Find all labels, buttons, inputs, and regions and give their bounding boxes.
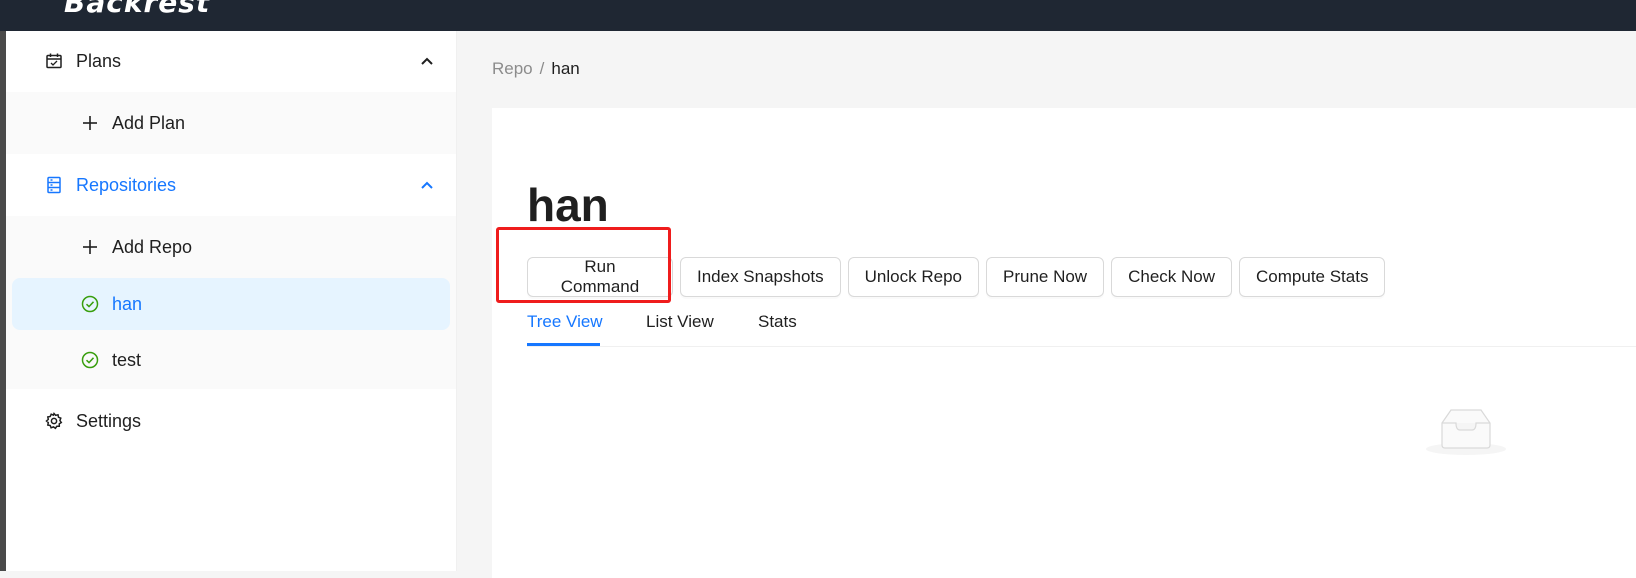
sidebar-item-label: Repositories (76, 174, 177, 195)
breadcrumb-parent[interactable]: Repo (492, 59, 533, 78)
index-snapshots-button[interactable]: Index Snapshots (680, 257, 841, 297)
sidebar-item-label: test (112, 349, 142, 370)
active-tab-indicator (527, 343, 600, 346)
breadcrumb: Repo / han (492, 59, 580, 79)
action-toolbar: Run Command Index Snapshots Unlock Repo … (527, 257, 1386, 297)
tab-stats[interactable]: Stats (758, 312, 797, 332)
top-bar: Backrest (0, 0, 1636, 31)
database-icon (44, 175, 64, 195)
empty-inbox-icon (1426, 409, 1506, 455)
sidebar-item-settings[interactable]: Settings (6, 393, 456, 449)
chevron-up-icon[interactable] (420, 54, 434, 68)
breadcrumb-current: han (551, 59, 580, 78)
view-tabs: Tree View List View Stats (527, 306, 1636, 347)
run-command-button[interactable]: Run Command (527, 257, 673, 297)
main-content: Repo / han han Run Command Index Snapshots… (457, 31, 1636, 578)
sidebar-item-add-repo[interactable]: Add Repo (6, 219, 456, 275)
calendar-icon (44, 51, 64, 71)
repo-card: han Run Command Index Snapshots Unlock R… (492, 108, 1636, 578)
compute-stats-button[interactable]: Compute Stats (1239, 257, 1386, 297)
app-logo[interactable]: Backrest (64, 0, 210, 19)
sidebar-item-add-plan[interactable]: Add Plan (6, 95, 456, 151)
sidebar-item-repositories[interactable]: Repositories (6, 157, 456, 213)
gear-icon (44, 411, 64, 431)
sidebar-item-label: han (112, 293, 143, 314)
breadcrumb-separator: / (539, 59, 545, 78)
sidebar-item-label: Plans (76, 50, 122, 71)
check-now-button[interactable]: Check Now (1111, 257, 1233, 297)
check-circle-icon (80, 294, 100, 314)
prune-now-button[interactable]: Prune Now (985, 257, 1105, 297)
page-title: han (527, 179, 609, 231)
sidebar-item-repo-han[interactable]: han (6, 276, 456, 332)
sidebar-item-repo-test[interactable]: test (6, 332, 456, 388)
plus-icon (80, 113, 100, 133)
chevron-up-icon[interactable] (420, 178, 434, 192)
sidebar-item-plans[interactable]: Plans (6, 33, 456, 89)
check-circle-icon (80, 350, 100, 370)
tab-tree-view[interactable]: Tree View (527, 312, 603, 332)
tab-list-view[interactable]: List View (646, 312, 714, 332)
sidebar-item-label: Add Plan (112, 112, 186, 133)
plus-icon (80, 237, 100, 257)
sidebar: Plans Add Plan Repositories Add Repo han… (6, 31, 457, 571)
unlock-repo-button[interactable]: Unlock Repo (847, 257, 979, 297)
sidebar-item-label: Add Repo (112, 236, 193, 257)
sidebar-item-label: Settings (76, 410, 142, 431)
